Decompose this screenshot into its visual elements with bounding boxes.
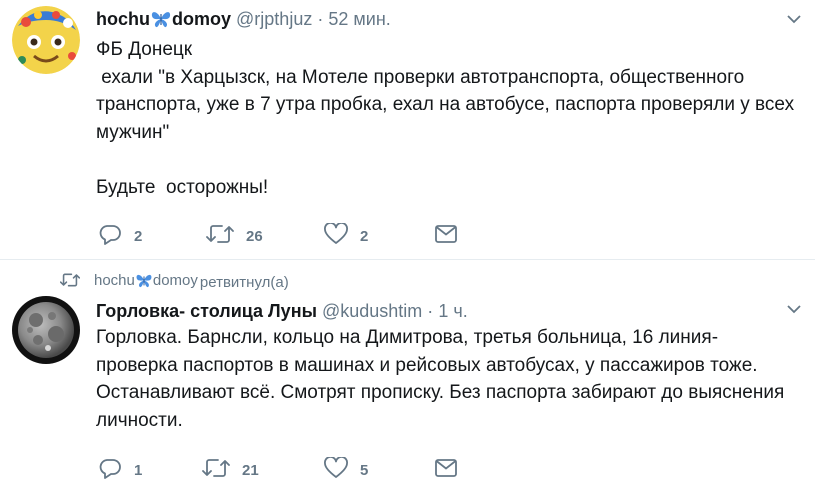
display-name[interactable]: Горловка- столица Луны <box>96 301 317 321</box>
reply-count: 1 <box>134 461 143 479</box>
tweet-text: ФБ Донецк ехали "в Харцызск, на Мотеле п… <box>96 36 801 201</box>
tweet-header: Горловка- столица Луны @kudushtim · 1 ч. <box>96 300 468 322</box>
tweet-text: Горловка. Барнсли, кольцо на Димитрова, … <box>96 324 801 434</box>
chevron-down-icon[interactable] <box>787 302 801 316</box>
username[interactable]: @rjpthjuz <box>236 9 312 29</box>
display-name[interactable]: hochu domoy <box>96 9 231 29</box>
reply-button[interactable]: 2 <box>98 224 142 248</box>
username[interactable]: @kudushtim <box>322 301 422 321</box>
tweet-text-line: ФБ Донецк <box>96 39 193 60</box>
retweet-button[interactable]: 26 <box>206 224 263 248</box>
retweet-action-label: ретвитнул(а) <box>199 273 289 291</box>
reply-count: 2 <box>134 227 143 245</box>
timestamp[interactable]: 1 ч. <box>438 301 467 321</box>
direct-message-icon <box>434 223 458 250</box>
butterfly-emoji-icon <box>150 10 172 33</box>
retweet-button[interactable]: 21 <box>202 458 259 482</box>
timestamp[interactable]: 52 мин. <box>328 9 390 29</box>
reply-icon <box>98 223 122 250</box>
tweet-2[interactable]: hochu domoy ретвитнул(а) Горловка- столиц… <box>0 262 815 500</box>
like-count: 2 <box>360 227 369 245</box>
tweet-header: hochu domoy @rjpthjuz · 52 мин. <box>96 8 391 33</box>
tweet-divider <box>0 259 815 260</box>
heart-icon <box>324 455 348 484</box>
direct-message-button[interactable] <box>434 224 458 248</box>
like-button[interactable]: 2 <box>324 221 369 250</box>
separator-dot: · <box>317 9 324 29</box>
butterfly-emoji-icon <box>135 273 153 292</box>
direct-message-button[interactable] <box>434 458 458 482</box>
reply-icon <box>98 457 122 484</box>
retweet-count: 21 <box>242 461 259 479</box>
like-count: 5 <box>360 461 369 479</box>
separator-dot: · <box>427 301 434 321</box>
tweet-text-line: ехали "в Харцызск, на Мотеле проверки ав… <box>96 66 800 143</box>
retweeter-name[interactable]: hochu domoy <box>94 272 198 292</box>
direct-message-icon <box>434 457 458 484</box>
like-button[interactable]: 5 <box>324 455 369 484</box>
retweet-context: hochu domoy ретвитнул(а) <box>59 272 289 292</box>
retweet-icon <box>202 457 230 484</box>
avatar[interactable] <box>12 6 80 74</box>
avatar[interactable] <box>12 296 80 364</box>
retweet-icon <box>206 223 234 250</box>
heart-icon <box>324 221 348 250</box>
retweet-count: 26 <box>246 227 263 245</box>
tweet-text-line: Будьте осторожны! <box>96 176 269 198</box>
reply-button[interactable]: 1 <box>98 458 142 482</box>
tweet-1[interactable]: hochu domoy @rjpthjuz · 52 мин. ФБ Донецк… <box>0 0 815 260</box>
retweet-icon <box>59 272 81 292</box>
tweet-text-line: Горловка. Барнсли, кольцо на Димитрова, … <box>96 327 785 431</box>
chevron-down-icon[interactable] <box>787 12 801 26</box>
